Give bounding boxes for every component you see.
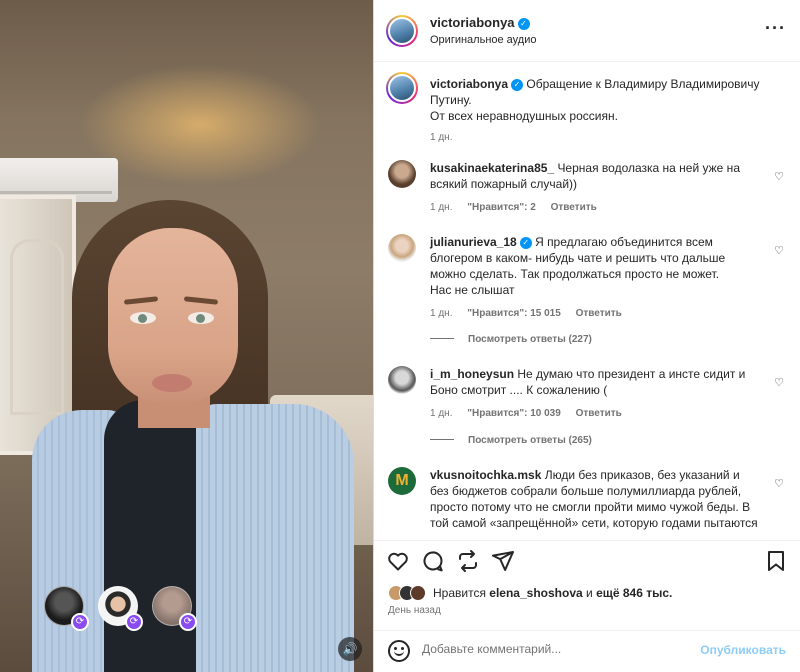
person-eye — [130, 312, 156, 324]
audio-label[interactable]: Оригинальное аудио — [430, 34, 537, 46]
view-replies-button[interactable]: Посмотреть ответы (227) — [430, 334, 592, 345]
comment-time: 1 дн. — [430, 308, 453, 319]
collab-icon: ⟳ — [71, 613, 89, 631]
emoji-icon[interactable] — [388, 640, 410, 662]
likes-user[interactable]: elena_shoshova — [489, 586, 582, 600]
comment-likes[interactable]: "Нравится": 2 — [467, 202, 536, 213]
comment-input[interactable] — [422, 642, 692, 656]
commenter-avatar[interactable] — [388, 160, 416, 188]
commenter-avatar[interactable] — [388, 366, 416, 394]
comment-time: 1 дн. — [430, 202, 453, 213]
publish-button[interactable]: Опубликовать — [700, 643, 786, 657]
participant-avatar[interactable]: ⟳ — [98, 586, 143, 631]
caption-username[interactable]: victoriabonya — [430, 77, 508, 91]
caption-text-line2: От всех неравнодушных россиян. — [430, 109, 618, 123]
verified-icon: ✓ — [517, 18, 530, 30]
heart-icon[interactable]: ♡ — [774, 170, 784, 183]
reply-button[interactable]: Ответить — [551, 202, 597, 213]
likes-summary[interactable]: Нравится elena_shoshova и ещё 846 тыс. — [388, 585, 672, 601]
likes-count[interactable]: ещё 846 тыс. — [596, 586, 672, 600]
participant-avatar[interactable]: ⟳ — [44, 586, 89, 631]
collab-icon: ⟳ — [179, 613, 197, 631]
comment-icon[interactable] — [421, 549, 445, 573]
verified-icon: ✓ — [511, 79, 524, 91]
view-replies-button[interactable]: Посмотреть ответы (265) — [430, 435, 592, 446]
comment-username[interactable]: julianurieva_18 — [430, 235, 517, 249]
liker-avatar — [410, 585, 426, 601]
share-icon[interactable] — [491, 549, 515, 573]
repost-icon[interactable] — [456, 549, 480, 573]
post-header: victoriabonya ✓ Оригинальное аудио ··· — [374, 0, 800, 62]
person-lips — [152, 374, 192, 392]
add-comment-bar: Опубликовать — [374, 630, 800, 672]
reply-button[interactable]: Ответить — [576, 408, 622, 419]
author-avatar[interactable] — [386, 15, 418, 47]
commenter-avatar[interactable]: M — [388, 467, 416, 495]
collab-icon: ⟳ — [125, 613, 143, 631]
participant-avatar[interactable]: ⟳ — [152, 586, 197, 631]
author-avatar[interactable] — [386, 72, 418, 104]
reply-button[interactable]: Ответить — [576, 308, 622, 319]
action-bar: Нравится elena_shoshova и ещё 846 тыс. Д… — [374, 540, 800, 630]
comment-likes[interactable]: "Нравится": 15 015 — [467, 308, 561, 319]
caption-time: 1 дн. — [430, 132, 453, 143]
likes-and: и — [586, 586, 593, 600]
bookmark-icon[interactable] — [764, 549, 788, 573]
heart-icon[interactable]: ♡ — [774, 376, 784, 389]
comment-time: 1 дн. — [430, 408, 453, 419]
person-eye — [188, 312, 214, 324]
verified-icon: ✓ — [519, 237, 532, 249]
speaker-icon[interactable]: 🔊 — [338, 637, 362, 661]
collab-participants: ⟳ ⟳ ⟳ — [44, 586, 197, 631]
comment-username[interactable]: kusakinaekaterina85_ — [430, 161, 554, 175]
likes-prefix: Нравится — [433, 586, 486, 600]
comment-username[interactable]: i_m_honeysun — [430, 367, 514, 381]
commenter-avatar[interactable] — [388, 234, 416, 262]
comment-text-line2: Нас не слышат — [430, 283, 515, 297]
heart-icon[interactable] — [386, 549, 410, 573]
comments-list[interactable]: victoriabonya ✓ Обращение к Владимиру Вла… — [374, 62, 800, 540]
post-time[interactable]: День назад — [388, 605, 441, 616]
heart-icon[interactable]: ♡ — [774, 477, 784, 490]
more-horizontal-icon[interactable]: ··· — [765, 18, 786, 39]
person-shirt-right — [196, 404, 354, 672]
comment-username[interactable]: vkusnoitochka.msk — [430, 468, 541, 482]
post-panel: victoriabonya ✓ Оригинальное аудио ··· vi… — [373, 0, 800, 672]
video-player[interactable]: ⟳ ⟳ ⟳ 🔊 — [0, 0, 373, 672]
comment-likes[interactable]: "Нравится": 10 039 — [467, 408, 561, 419]
heart-icon[interactable]: ♡ — [774, 244, 784, 257]
author-username[interactable]: victoriabonya — [430, 15, 515, 30]
